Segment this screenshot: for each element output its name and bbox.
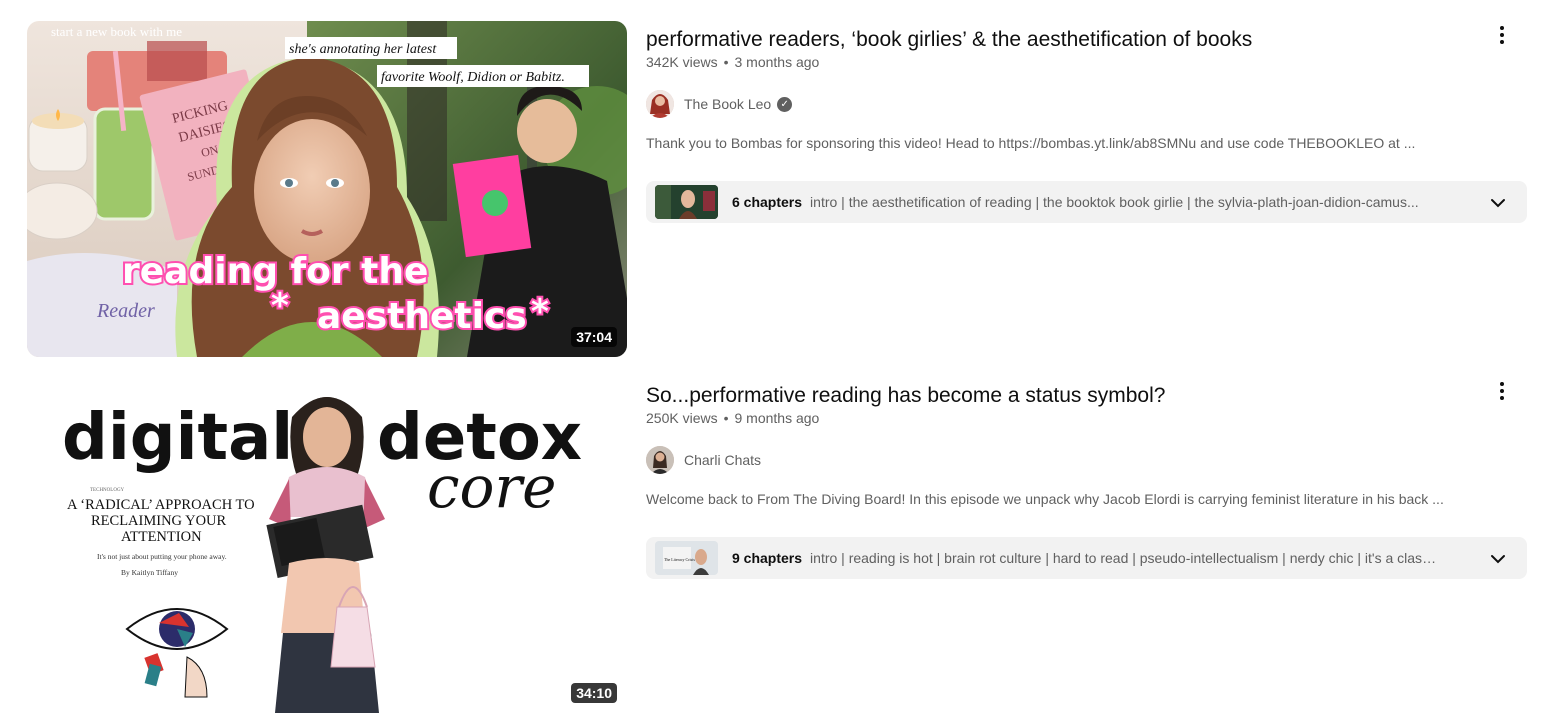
more-vert-icon[interactable] <box>1492 23 1512 47</box>
channel-link[interactable]: Charli Chats <box>646 445 761 475</box>
video-thumbnail-1[interactable]: PICKING DAISIES ON SUNDAYS Reader she's … <box>27 21 627 357</box>
video-description: Welcome back to From The Diving Board! I… <box>646 491 1444 507</box>
channel-link[interactable]: The Book Leo ✓ <box>646 89 793 119</box>
video-thumbnail-2[interactable]: digital detox core TECHNOLOGY A ‘RADICAL… <box>27 377 627 713</box>
channel-avatar[interactable] <box>646 90 674 118</box>
chapter-thumb-text: The Literacy Crisis <box>664 557 695 562</box>
channel-avatar[interactable] <box>646 446 674 474</box>
video-duration: 34:10 <box>571 683 617 703</box>
thumb-overlay-line2: aesthetics <box>317 296 527 337</box>
verified-check-icon: ✓ <box>777 96 793 112</box>
chapters-row[interactable]: 6 chapters intro | the aesthetification … <box>646 181 1527 223</box>
thumb-byline: By Kaitlyn Tiffany <box>121 568 178 577</box>
chapters-count: 9 chapters <box>732 550 803 566</box>
view-count: 250K views <box>646 410 718 426</box>
chapters-list: intro | the aesthetification of reading … <box>810 194 1419 210</box>
video-meta: 250K views • 9 months ago <box>646 410 819 426</box>
thumb-embroidery: Reader <box>96 300 155 322</box>
chevron-down-icon[interactable] <box>1489 194 1507 212</box>
thumb-asterisk-right: * <box>531 292 549 332</box>
svg-text:RECLAIMING YOUR: RECLAIMING YOUR <box>91 513 227 529</box>
thumb-word-core: core <box>427 453 556 521</box>
thumbnail-art-1: PICKING DAISIES ON SUNDAYS Reader she's … <box>27 21 627 357</box>
channel-name[interactable]: Charli Chats <box>684 452 761 468</box>
chapter-thumbnail: The Literacy Crisis <box>655 541 718 575</box>
meta-separator: • <box>723 54 729 70</box>
video-meta: 342K views • 3 months ago <box>646 54 819 70</box>
thumb-caption-2: favorite Woolf, Didion or Babitz. <box>381 70 565 85</box>
chevron-down-icon[interactable] <box>1489 550 1507 568</box>
chapter-thumbnail <box>655 185 718 219</box>
view-count: 342K views <box>646 54 718 70</box>
chapters-count: 6 chapters <box>732 194 803 210</box>
more-vert-icon[interactable] <box>1492 379 1512 403</box>
thumb-top-left-text: start a new book with me <box>51 24 182 39</box>
chapters-row[interactable]: The Literacy Crisis 9 chapters intro | r… <box>646 537 1527 579</box>
chapters-list: intro | reading is hot | brain rot cultu… <box>810 550 1441 566</box>
thumb-word-digital: digital <box>62 401 293 475</box>
svg-text:A ‘RADICAL’ APPROACH TO: A ‘RADICAL’ APPROACH TO <box>67 497 255 513</box>
video-result-2: digital detox core TECHNOLOGY A ‘RADICAL… <box>0 377 1543 717</box>
thumb-asterisk-left: * <box>271 286 289 326</box>
upload-age: 9 months ago <box>734 410 820 426</box>
video-result-1: PICKING DAISIES ON SUNDAYS Reader she's … <box>0 21 1543 361</box>
upload-age: 3 months ago <box>734 54 820 70</box>
thumbnail-art-2: digital detox core TECHNOLOGY A ‘RADICAL… <box>27 377 627 713</box>
video-title[interactable]: So...performative reading has become a s… <box>646 381 1466 411</box>
video-title[interactable]: performative readers, ‘book girlies’ & t… <box>646 25 1466 55</box>
meta-separator: • <box>723 410 729 426</box>
svg-text:ATTENTION: ATTENTION <box>121 529 202 545</box>
thumb-section: TECHNOLOGY <box>90 488 125 493</box>
video-description: Thank you to Bombas for sponsoring this … <box>646 135 1416 151</box>
thumb-subhead: It's not just about putting your phone a… <box>97 552 227 561</box>
video-duration: 37:04 <box>571 327 617 347</box>
thumb-caption-1: she's annotating her latest <box>289 42 437 57</box>
channel-name[interactable]: The Book Leo <box>684 96 771 112</box>
